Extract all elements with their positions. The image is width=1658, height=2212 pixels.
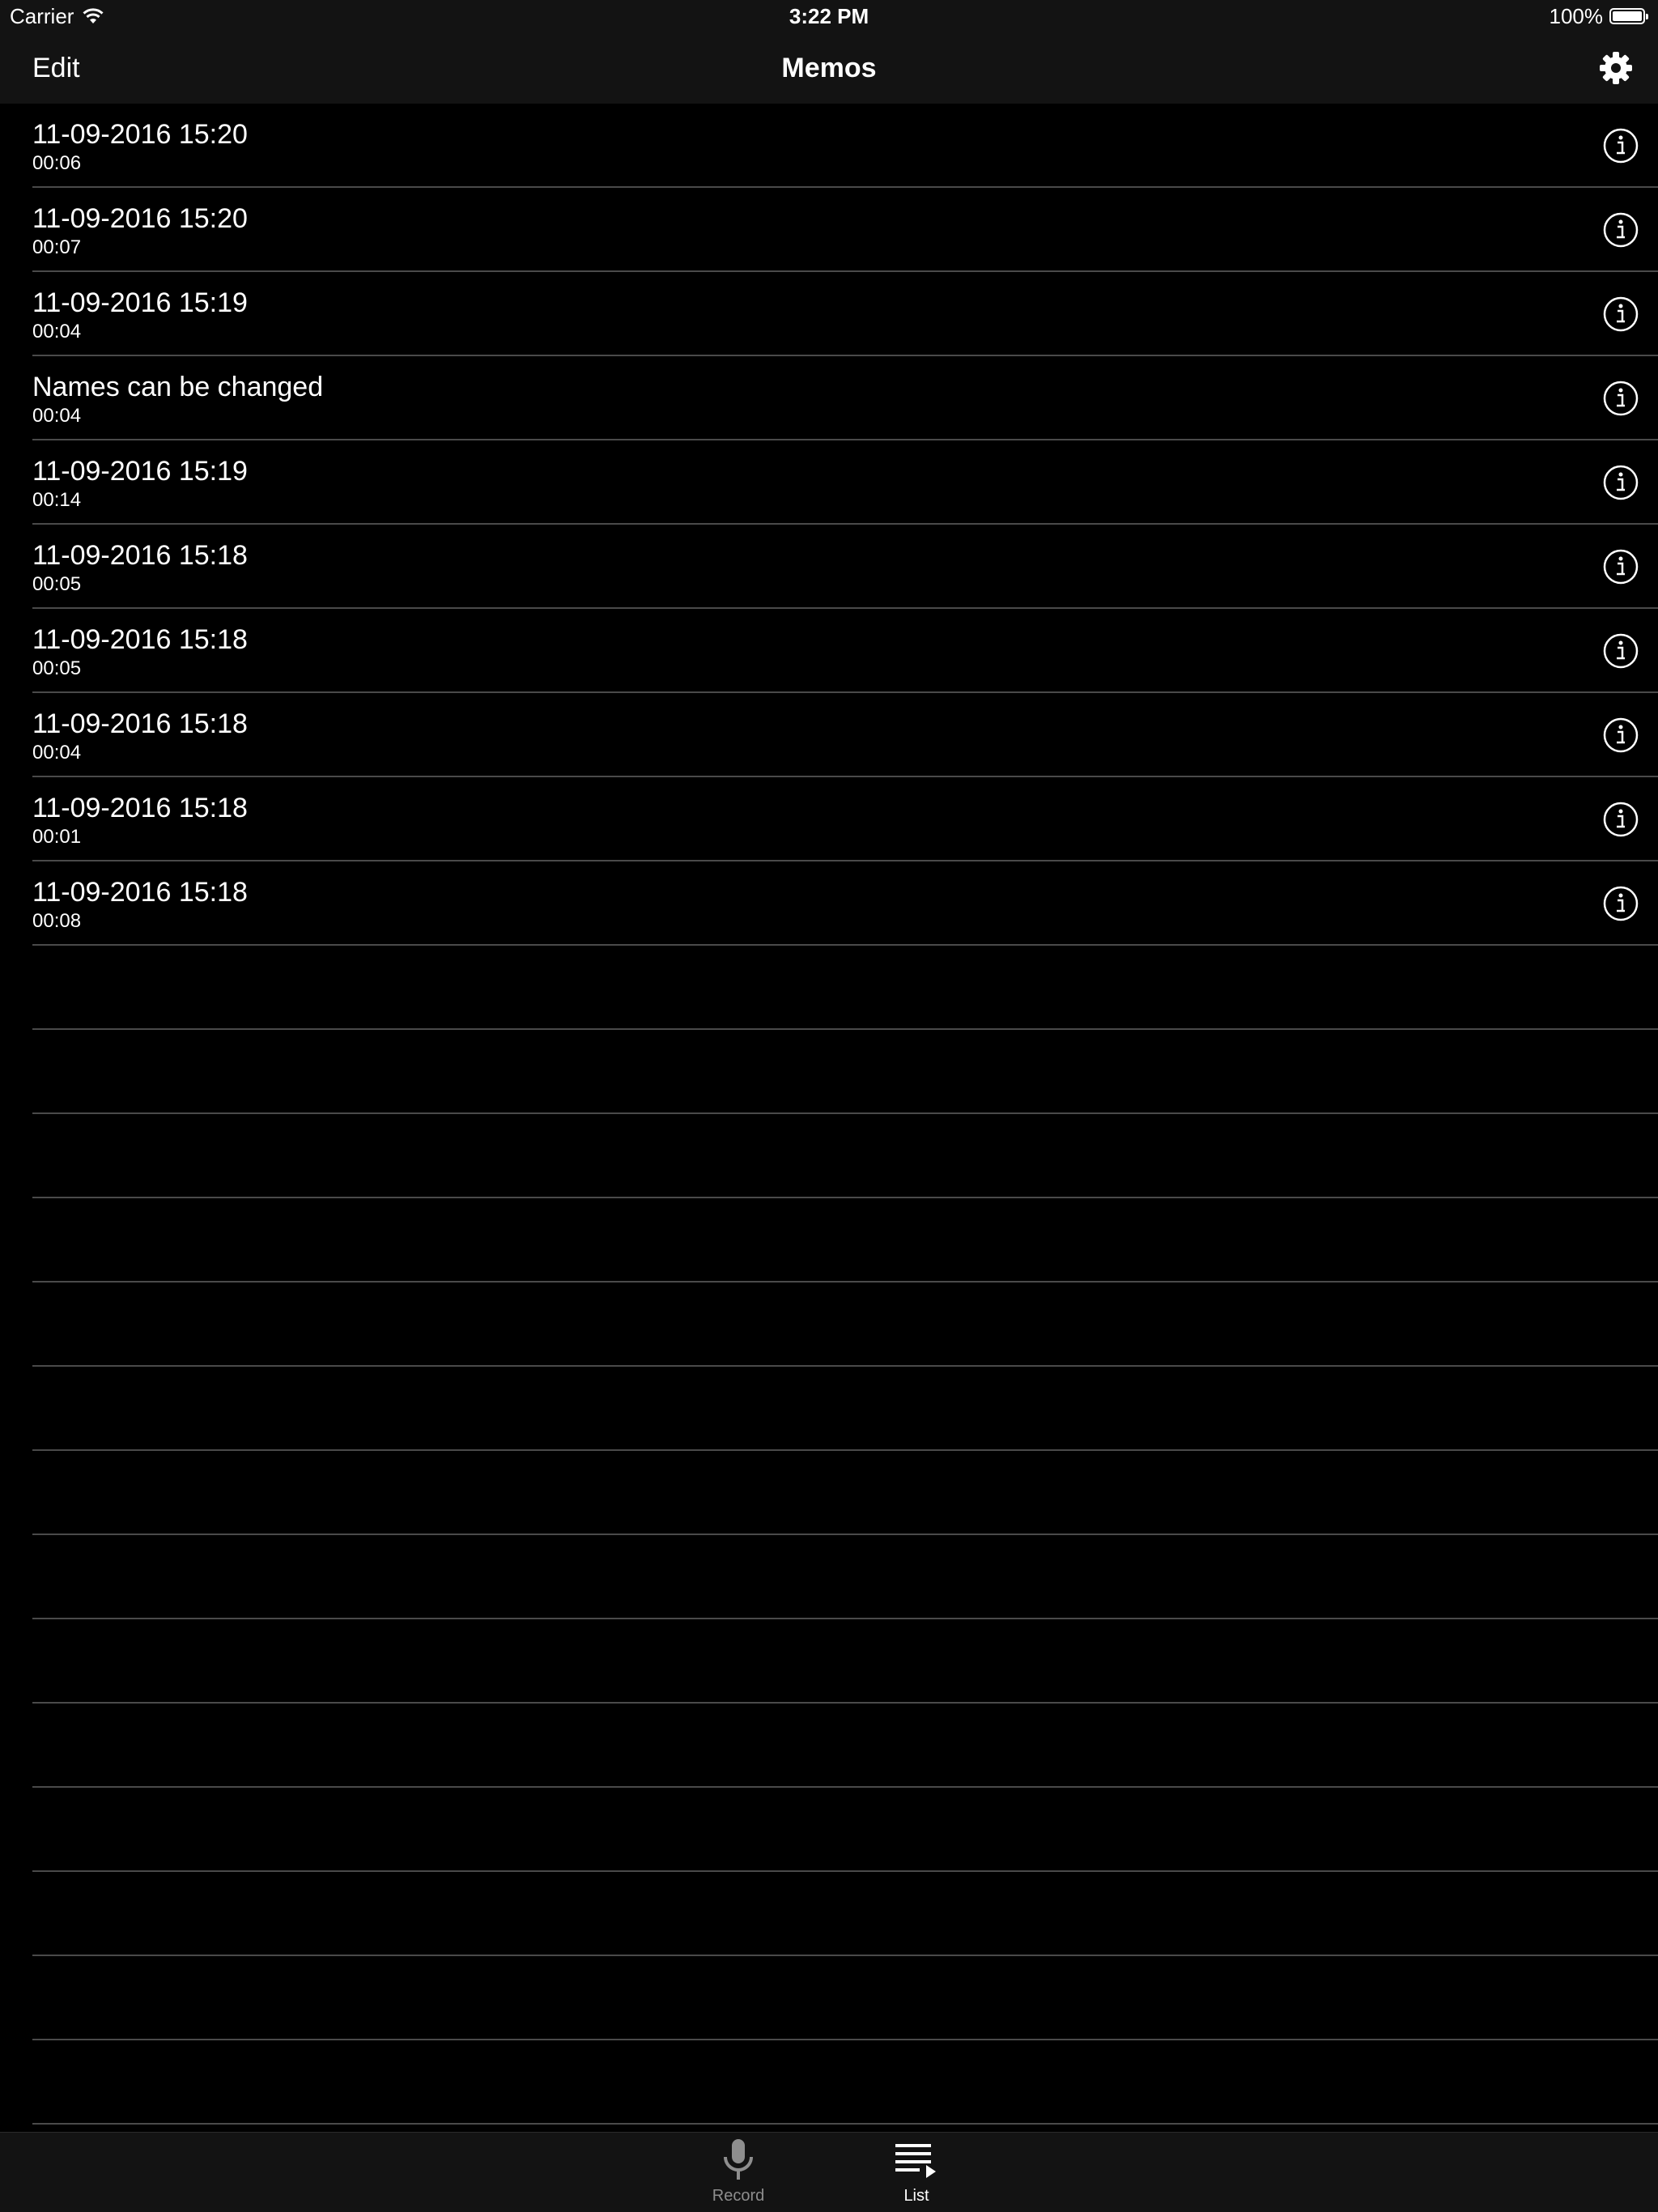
empty-row (32, 1114, 1658, 1198)
memo-duration: 00:05 (32, 573, 82, 595)
memo-title: 11-09-2016 15:18 (32, 540, 248, 571)
memo-title: 11-09-2016 15:19 (32, 287, 248, 318)
memo-row[interactable]: 11-09-2016 15:18 00:05 (32, 525, 1658, 609)
empty-row (32, 1030, 1658, 1114)
memo-row[interactable]: 11-09-2016 15:19 00:14 (32, 440, 1658, 525)
memo-title: 11-09-2016 15:18 (32, 877, 248, 908)
memo-title: 11-09-2016 15:20 (32, 203, 248, 234)
memo-row[interactable]: 11-09-2016 15:18 00:08 (32, 861, 1658, 946)
info-icon[interactable] (1603, 212, 1639, 248)
info-icon[interactable] (1603, 717, 1639, 753)
memo-row[interactable]: 11-09-2016 15:18 00:04 (32, 693, 1658, 777)
memo-title: 11-09-2016 15:18 (32, 793, 248, 823)
info-icon[interactable] (1603, 802, 1639, 837)
memo-row[interactable]: 11-09-2016 15:20 00:06 (32, 104, 1658, 188)
memo-title: 11-09-2016 15:18 (32, 708, 248, 739)
empty-row (32, 1283, 1658, 1367)
memo-title: 11-09-2016 15:19 (32, 456, 248, 487)
status-time: 3:22 PM (789, 4, 869, 28)
memo-row[interactable]: 11-09-2016 15:18 00:01 (32, 777, 1658, 861)
playlist-icon (895, 2144, 936, 2178)
microphone-icon (724, 2139, 753, 2180)
page-title: Memos (781, 53, 877, 83)
status-right: 100% (1549, 3, 1648, 29)
empty-row (32, 1704, 1658, 1788)
empty-row (32, 1451, 1658, 1535)
memo-duration: 00:01 (32, 826, 82, 848)
info-icon[interactable] (1603, 465, 1639, 500)
empty-row (32, 1788, 1658, 1872)
memo-duration: 00:07 (32, 236, 82, 258)
navigation-bar: Edit Memos (0, 32, 1658, 104)
screen: Carrier 3:22 PM 100% Edit Memos 11-09-20… (0, 0, 1658, 2212)
info-icon[interactable] (1603, 549, 1639, 585)
tab-list-label: List (903, 2187, 929, 2205)
info-icon[interactable] (1603, 381, 1639, 416)
empty-row (32, 1619, 1658, 1704)
empty-row (32, 1198, 1658, 1283)
empty-row (32, 1535, 1658, 1619)
info-icon[interactable] (1603, 886, 1639, 921)
battery-percent: 100% (1549, 4, 1604, 28)
memo-duration: 00:06 (32, 152, 82, 174)
memo-duration: 00:04 (32, 405, 82, 427)
memo-row[interactable]: 11-09-2016 15:20 00:07 (32, 188, 1658, 272)
memo-title: 11-09-2016 15:18 (32, 624, 248, 655)
tab-record-label: Record (712, 2187, 765, 2205)
memo-row[interactable]: 11-09-2016 15:19 00:04 (32, 272, 1658, 356)
memo-duration: 00:04 (32, 742, 82, 764)
memo-duration: 00:05 (32, 657, 82, 679)
info-icon[interactable] (1603, 296, 1639, 332)
memo-duration: 00:14 (32, 489, 82, 511)
empty-row (32, 1367, 1658, 1451)
gear-icon[interactable] (1596, 49, 1635, 87)
empty-row (32, 1956, 1658, 2040)
tab-record[interactable]: Record (690, 2138, 787, 2210)
memo-duration: 00:08 (32, 910, 82, 932)
empty-row (32, 2040, 1658, 2125)
memo-duration: 00:04 (32, 321, 82, 342)
memo-title: 11-09-2016 15:20 (32, 119, 248, 150)
memo-row[interactable]: 11-09-2016 15:18 00:05 (32, 609, 1658, 693)
battery-fill (1613, 11, 1642, 21)
info-icon[interactable] (1603, 633, 1639, 669)
battery-icon (1609, 8, 1648, 24)
empty-row (32, 946, 1658, 1030)
memo-title: Names can be changed (32, 372, 324, 402)
info-icon[interactable] (1603, 128, 1639, 164)
tab-list[interactable]: List (868, 2138, 965, 2210)
status-bar: Carrier 3:22 PM 100% (0, 0, 1658, 32)
memo-list: 11-09-2016 15:20 00:06 11-09-2016 15:20 00:… (0, 104, 1658, 2125)
tab-bar: Record List (0, 2132, 1658, 2212)
empty-row (32, 1872, 1658, 1956)
memo-row[interactable]: Names can be changed 00:04 (32, 356, 1658, 440)
